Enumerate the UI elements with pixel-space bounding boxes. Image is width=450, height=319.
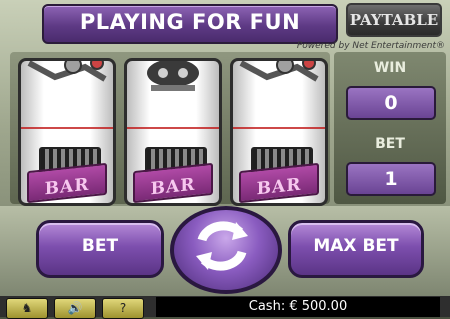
payline xyxy=(127,127,219,129)
reel-2: BAR xyxy=(124,58,222,206)
spin-button[interactable] xyxy=(170,206,282,294)
payline xyxy=(21,127,113,129)
win-value: 0 xyxy=(384,92,398,114)
max-bet-button[interactable]: MAX BET xyxy=(288,220,424,278)
help-button[interactable]: ? xyxy=(102,298,144,319)
home-button[interactable]: ♞ xyxy=(6,298,48,319)
speaker-icon: 🔊 xyxy=(67,301,83,315)
help-label: ? xyxy=(119,301,127,315)
bar-icon: BAR xyxy=(239,147,319,203)
paytable-button[interactable]: PAYTABLE xyxy=(346,3,442,37)
bones-icon xyxy=(239,61,319,82)
win-label: WIN xyxy=(373,60,407,76)
bet-button[interactable]: BET xyxy=(36,220,164,278)
bar-icon: BAR xyxy=(27,147,107,203)
title-bar: PLAYING FOR FUN xyxy=(42,4,338,44)
game-mode-title: PLAYING FOR FUN xyxy=(79,10,301,34)
bet-value: 1 xyxy=(384,168,398,190)
cash-display: Cash: € 500.00 xyxy=(156,297,440,317)
bar-icon: BAR xyxy=(133,147,213,203)
bet-label: BET xyxy=(375,136,405,152)
reel-3: BAR xyxy=(230,58,328,206)
bones-icon xyxy=(27,61,107,82)
paytable-label: PAYTABLE xyxy=(349,11,439,29)
spin-arrows-icon xyxy=(196,221,248,271)
horse-icon: ♞ xyxy=(21,301,33,315)
powered-by-text: Powered by Net Entertainment® xyxy=(296,41,445,51)
skull-icon xyxy=(147,61,199,91)
max-bet-button-label: MAX BET xyxy=(313,236,399,256)
bet-button-label: BET xyxy=(81,236,119,256)
sound-button[interactable]: 🔊 xyxy=(54,298,96,319)
win-display: 0 xyxy=(346,86,436,120)
game-frame: PLAYING FOR FUN PAYTABLE Powered by Net … xyxy=(0,0,450,319)
reel-1: BAR xyxy=(18,58,116,206)
payline xyxy=(233,127,325,129)
bet-display: 1 xyxy=(346,162,436,196)
